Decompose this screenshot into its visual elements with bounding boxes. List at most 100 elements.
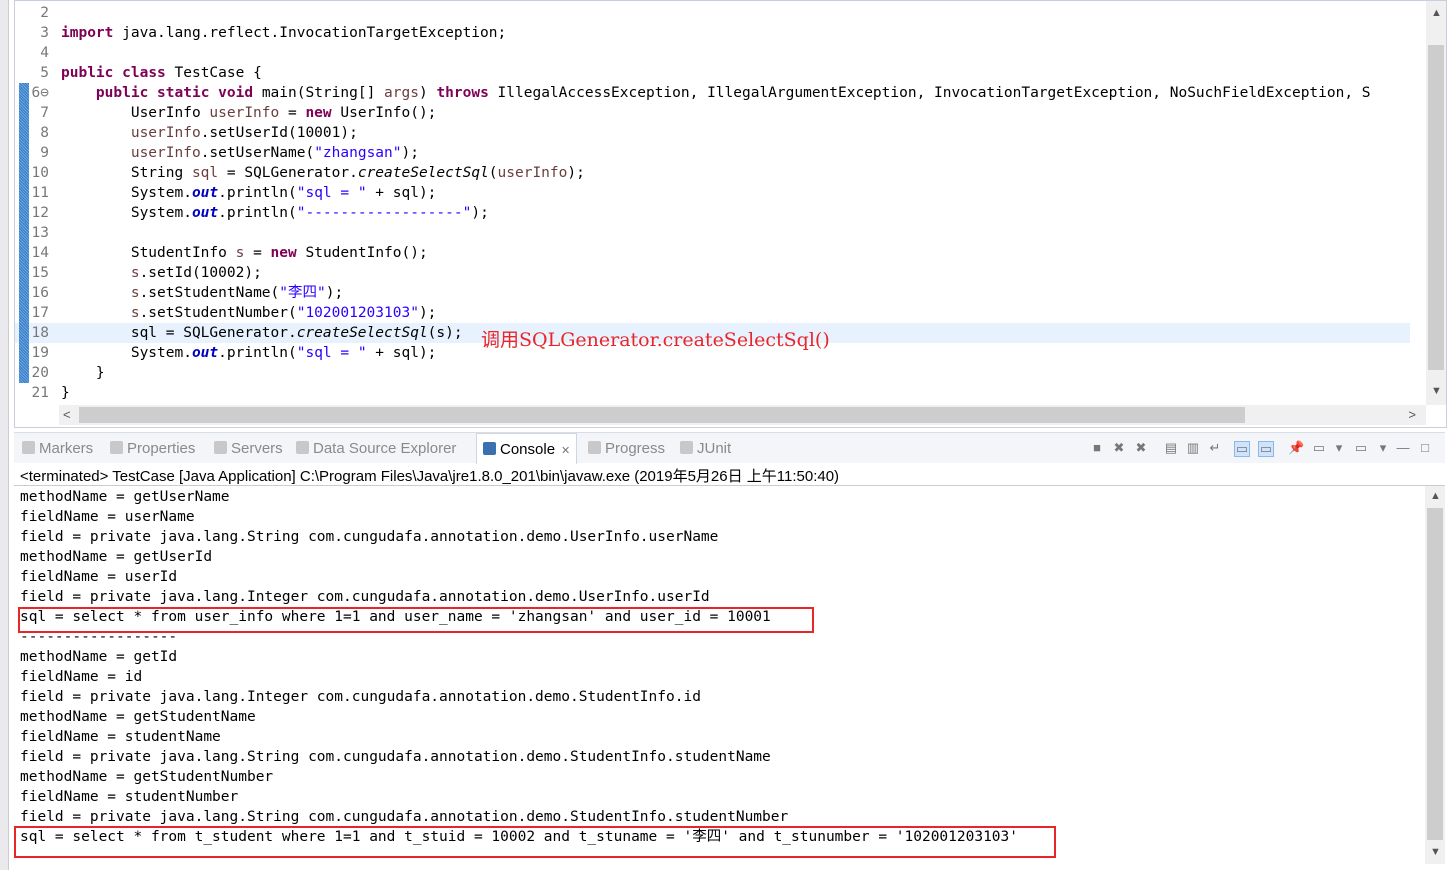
code-line[interactable]: 13 [15, 223, 1410, 243]
console-line: methodName = getStudentNumber [20, 769, 274, 785]
code-editor[interactable]: 2 3 import java.lang.reflect.InvocationTar… [14, 0, 1447, 428]
line-number: 2 [40, 5, 49, 21]
code-token: ) [418, 85, 437, 101]
code-token: "zhangsan" [314, 145, 402, 161]
line-number: 3 [40, 25, 49, 41]
console-line: field = private java.lang.String com.cun… [20, 809, 789, 825]
console-line: methodName = getUserId [20, 549, 213, 565]
highlight-box [18, 607, 814, 633]
code-line[interactable]: 21} [15, 383, 1410, 403]
code-token: static [157, 85, 210, 101]
code-line[interactable]: 4 [15, 43, 1410, 63]
code-line[interactable]: 15 s.setId(10002); [15, 263, 1410, 283]
console-vertical-scrollbar[interactable]: ▲ ▼ [1425, 486, 1445, 864]
open-console-icon[interactable]: ▭ [1354, 441, 1368, 455]
code-token: String [61, 165, 192, 181]
change-marker [19, 303, 29, 323]
code-line[interactable]: 11 System.out.println("sql = " + sql); [15, 183, 1410, 203]
show-on-stderr-icon[interactable]: ▭ [1258, 441, 1274, 457]
code-line[interactable]: 7 UserInfo userInfo = new UserInfo(); [15, 103, 1410, 123]
view-tab-bar: Markers Properties Servers Data Source Expl… [14, 432, 1445, 464]
code-line[interactable]: 10 String sql = SQLGenerator.createSelec… [15, 163, 1410, 183]
code-token: = [244, 245, 271, 261]
code-token: TestCase { [165, 65, 262, 81]
code-token: out [191, 185, 219, 201]
editor-vertical-scrollbar[interactable]: ▲ ▼ [1426, 1, 1446, 405]
tab-markers[interactable]: Markers [22, 440, 93, 457]
change-marker [19, 363, 29, 383]
code-token: import [61, 25, 114, 41]
tab-label: Progress [605, 440, 666, 457]
code-line[interactable]: 8 userInfo.setUserId(10001); [15, 123, 1410, 143]
tab-label: JUnit [697, 440, 732, 457]
code-token: s [130, 265, 140, 281]
console-output[interactable]: methodName = getUserName fieldName = user… [14, 485, 1445, 871]
word-wrap-icon[interactable]: ↵ [1208, 441, 1222, 455]
tab-data-source-explorer[interactable]: Data Source Explorer [296, 440, 456, 457]
tab-label: Console [500, 441, 556, 458]
editor-horizontal-scrollbar[interactable]: < > [59, 405, 1426, 425]
console-line: fieldName = studentNumber [20, 789, 239, 805]
console-line: methodName = getId [20, 649, 178, 665]
tab-console[interactable]: Console ✕ [476, 433, 578, 464]
scroll-lock-icon[interactable]: ▥ [1186, 441, 1200, 455]
code-line[interactable]: 17 s.setStudentNumber("102001203103"); [15, 303, 1410, 323]
console-line: fieldName = userName [20, 509, 195, 525]
change-marker [19, 343, 29, 363]
code-token: } [61, 385, 70, 401]
console-line: fieldName = studentName [20, 729, 221, 745]
code-token: sql = SQLGenerator. [61, 325, 297, 341]
code-line[interactable]: 20 } [15, 363, 1410, 383]
code-token: "sql = " [296, 185, 367, 201]
change-marker [19, 223, 29, 243]
clear-console-icon[interactable]: ▤ [1164, 441, 1178, 455]
code-line[interactable]: 14 StudentInfo s = new StudentInfo(); [15, 243, 1410, 263]
code-token: "------------------" [296, 205, 472, 221]
code-token: new [305, 105, 332, 121]
code-line[interactable]: 9 userInfo.setUserName("zhangsan"); [15, 143, 1410, 163]
code-token: createSelectSql [357, 165, 489, 181]
code-token: = [279, 105, 306, 121]
code-token: ); [471, 205, 489, 221]
console-line: methodName = getStudentName [20, 709, 256, 725]
show-on-stdout-icon[interactable]: ▭ [1234, 441, 1250, 457]
code-token: System. [61, 205, 192, 221]
remove-all-icon[interactable]: ✖ [1134, 441, 1148, 455]
tab-properties[interactable]: Properties [110, 440, 195, 457]
code-line[interactable]: 16 s.setStudentName("李四"); [15, 283, 1410, 303]
code-token: public [95, 85, 149, 101]
code-token: (s); [427, 325, 463, 341]
stop-icon[interactable]: ■ [1090, 441, 1104, 455]
code-token: = SQLGenerator. [218, 165, 358, 181]
pin-console-icon[interactable]: 📌 [1288, 441, 1304, 455]
minimize-icon[interactable]: — [1396, 441, 1410, 455]
maximize-icon[interactable]: □ [1418, 441, 1432, 455]
remove-launch-icon[interactable]: ✖ [1112, 441, 1126, 455]
scroll-thumb[interactable] [79, 407, 1245, 423]
console-status: <terminated> TestCase [Java Application]… [20, 468, 840, 485]
code-line[interactable]: 5 public class TestCase { [15, 63, 1410, 83]
scroll-thumb[interactable] [1427, 508, 1443, 840]
dropdown-icon[interactable]: ▾ [1376, 441, 1390, 455]
code-line[interactable]: 12 System.out.println("-----------------… [15, 203, 1410, 223]
code-token: StudentInfo [61, 245, 236, 261]
scroll-thumb[interactable] [1428, 45, 1444, 370]
tab-progress[interactable]: Progress [588, 440, 665, 457]
tab-label: Servers [231, 440, 283, 457]
tab-servers[interactable]: Servers [214, 440, 283, 457]
change-marker [19, 123, 29, 143]
code-line[interactable]: 2 [15, 3, 1410, 23]
tab-junit[interactable]: JUnit [680, 440, 731, 457]
display-console-icon[interactable]: ▭ [1312, 441, 1326, 455]
code-line[interactable]: 6⊖ public static void main(String[] args… [15, 83, 1410, 103]
code-line[interactable]: 3 import java.lang.reflect.InvocationTarg… [15, 23, 1410, 43]
close-icon[interactable]: ✕ [561, 445, 570, 457]
dropdown-icon[interactable]: ▾ [1332, 441, 1346, 455]
code-token: System. [61, 185, 192, 201]
